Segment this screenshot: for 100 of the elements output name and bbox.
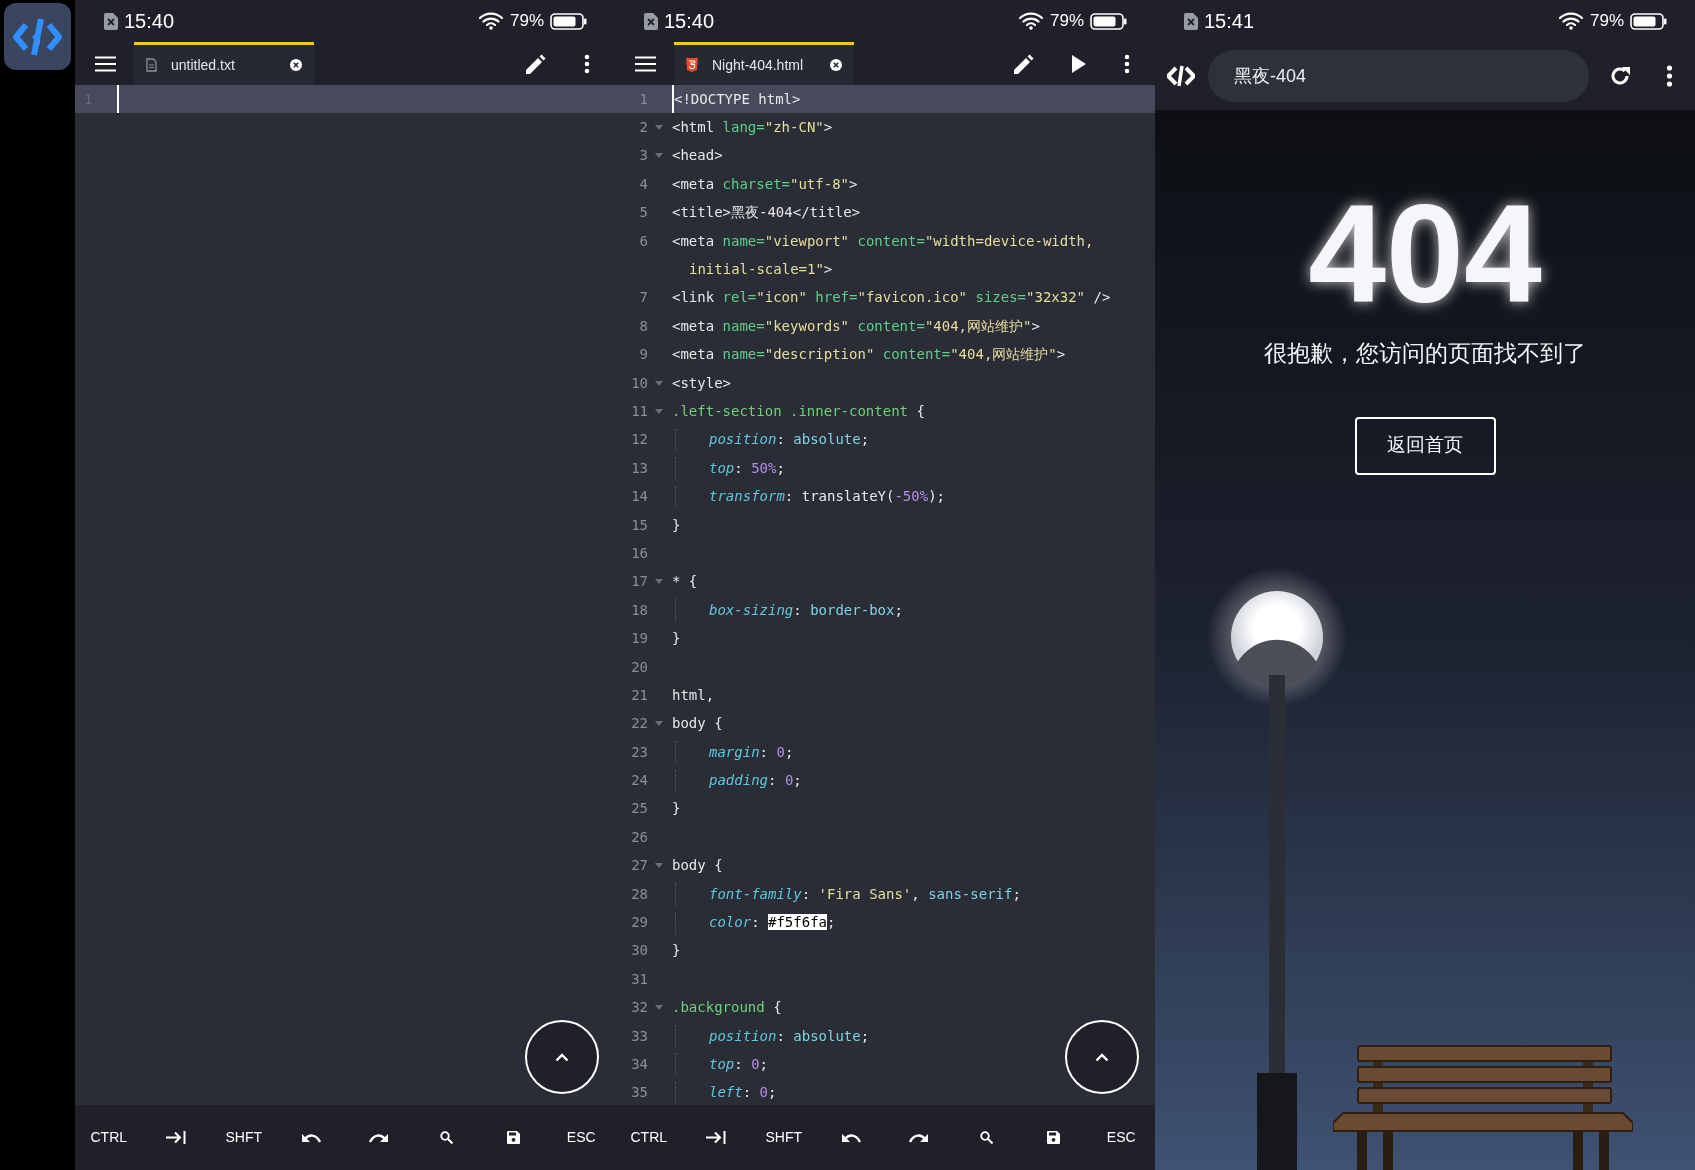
code-line: body { [672,856,723,876]
line-number: 10 [630,373,648,393]
keyboard-key[interactable]: CTRL [90,1127,128,1148]
battery-icon [1090,12,1127,30]
line-number: 34 [630,1054,648,1074]
sim-card-icon [104,12,118,30]
code-line: } [672,515,681,535]
undo-icon[interactable] [301,1131,321,1144]
battery-percent: 79% [509,10,544,33]
fold-icon[interactable] [655,409,663,414]
code-line: <html lang="zh-CN"> [672,118,833,138]
keyboard-key[interactable]: SHFT [225,1127,263,1148]
line-number: 5 [638,203,648,223]
line-number: 30 [630,941,648,961]
sim-card-icon [1184,12,1198,30]
fold-icon[interactable] [655,153,663,159]
app-logo-icon[interactable] [4,3,71,70]
keyboard-key[interactable]: ESC [566,1127,596,1148]
close-icon[interactable] [830,59,842,71]
code-line: <style> [672,373,731,393]
line-number: 32 [630,998,648,1018]
fold-icon[interactable] [655,863,663,869]
tab-key-icon[interactable] [706,1131,727,1144]
fold-icon[interactable] [655,1005,663,1011]
code-line: } [672,799,681,819]
app-logo-icon[interactable] [1167,65,1195,87]
code-line: <meta name="description" content="404,网站维护"> [672,345,1066,365]
search-icon[interactable] [979,1131,993,1144]
text-cursor [117,85,119,114]
code-line: margin: 0; [709,742,794,762]
fold-icon[interactable] [655,125,663,131]
code-line: left: 0; [709,1083,777,1103]
file-tab[interactable]: untitled.txt [134,42,314,85]
code-line: initial-scale=1"> [689,260,833,280]
redo-icon[interactable] [909,1131,929,1144]
sim-card-icon [644,12,658,30]
file-icon [146,58,157,72]
fold-icon[interactable] [655,579,663,585]
fold-icon[interactable] [655,380,663,386]
caret-up-icon [555,1052,569,1062]
line-number: 22 [630,714,648,734]
code-line: } [672,629,681,649]
code-line: position: absolute; [709,430,870,450]
text-cursor [672,85,674,114]
code-line: } [672,941,681,961]
more-icon[interactable] [1124,53,1130,74]
reload-icon[interactable] [1609,65,1631,87]
clock-time: 15:41 [1204,9,1255,34]
line-number: 14 [630,487,648,507]
menu-icon[interactable] [635,55,656,72]
pencil-icon[interactable] [526,53,546,74]
clock-time: 15:40 [124,9,175,34]
search-icon[interactable] [439,1131,453,1144]
code-line: box-sizing: border-box; [709,600,903,620]
redo-icon[interactable] [369,1131,389,1144]
close-icon[interactable] [290,59,302,71]
line-number: 7 [638,288,648,308]
code-line: <link rel="icon" href="favicon.ico" sizes="32x32" /> [672,288,1111,308]
battery-icon [1630,12,1667,30]
line-number: 16 [630,543,648,563]
code-line: body { [672,714,723,734]
line-number: 13 [630,458,648,478]
battery-icon [550,12,587,30]
undo-icon[interactable] [841,1131,861,1144]
wifi-icon [478,12,503,30]
line-number: 31 [630,969,648,989]
line-number: 1 [638,89,648,109]
line-number: 28 [630,884,648,904]
line-number: 15 [630,515,648,535]
line-number: 26 [630,827,648,847]
pencil-icon[interactable] [1014,53,1034,74]
line-number: 17 [630,572,648,592]
save-icon[interactable] [507,1131,521,1144]
keyboard-key[interactable]: ESC [1106,1127,1136,1148]
code-line: padding: 0; [709,771,802,791]
tab-key-icon[interactable] [166,1131,187,1144]
fold-icon[interactable] [655,721,663,727]
code-line: top: 50%; [709,458,785,478]
keyboard-key[interactable]: SHFT [765,1127,803,1148]
line-number: 20 [630,657,648,677]
menu-icon[interactable] [95,55,116,72]
home-button[interactable]: 返回首页 [1354,416,1496,475]
save-icon[interactable] [1047,1131,1061,1144]
code-line: .background { [672,998,782,1018]
wifi-icon [1558,12,1583,30]
line-number: 18 [630,600,648,620]
more-icon[interactable] [584,53,590,74]
line-number: 2 [638,118,648,138]
code-line: <meta charset="utf-8"> [672,174,858,194]
code-line: .left-section .inner-content { [672,402,925,421]
file-tab[interactable]: Night-404.html [674,42,854,85]
address-bar[interactable]: 黑夜-404 [1208,50,1589,102]
code-line: color: #f5f6fa; [709,913,836,933]
more-icon[interactable] [1666,65,1673,87]
line-number: 33 [630,1026,648,1046]
line-number: 35 [630,1083,648,1103]
keyboard-key[interactable]: CTRL [630,1127,668,1148]
code-line: <!DOCTYPE html> [674,89,801,109]
play-icon[interactable] [1072,54,1086,73]
line-number: 4 [638,174,648,194]
